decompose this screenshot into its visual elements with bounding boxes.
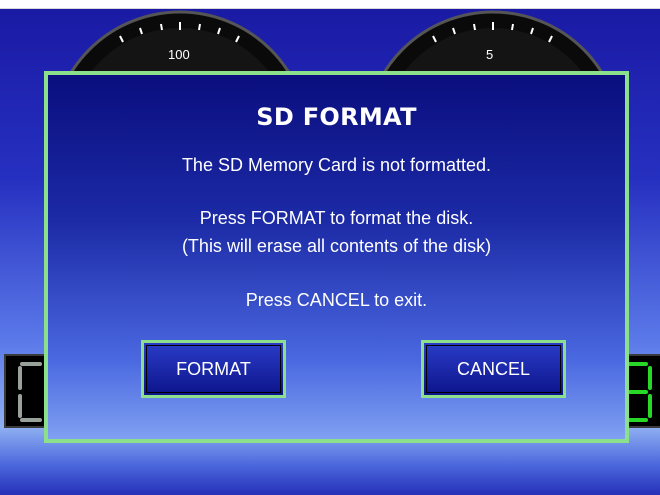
dialog-title: SD FORMAT [256,103,417,131]
sd-format-dialog: SD FORMAT The SD Memory Card is not form… [44,71,629,443]
device-screen: 100 5 SD FORMAT The SD Memory Card is no… [0,0,660,495]
message-erase-warning: (This will erase all contents of the dis… [181,236,492,256]
format-button-label: FORMAT [176,358,251,379]
top-bar [0,0,660,9]
left-gauge-label: 100 [168,47,190,62]
message-press-cancel: Press CANCEL to exit. [245,290,428,310]
cancel-button-label: CANCEL [456,358,531,379]
right-gauge-label: 5 [486,47,493,62]
message-press-format: Press FORMAT to format the disk. [199,208,474,228]
cancel-button[interactable]: CANCEL [421,340,566,398]
message-not-formatted: The SD Memory Card is not formatted. [181,155,492,175]
format-button[interactable]: FORMAT [141,340,286,398]
